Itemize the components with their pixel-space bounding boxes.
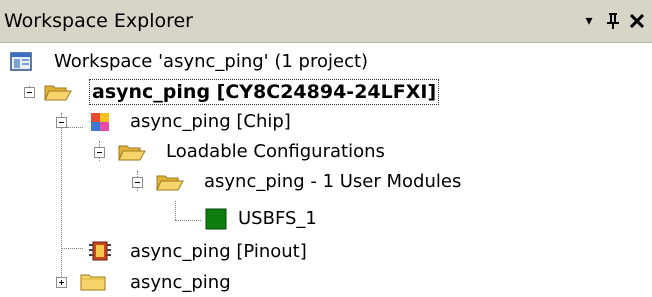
collapse-toggle[interactable] (24, 87, 35, 98)
tree-item-project[interactable]: async_ping [CY8C24894-24LFXI] (0, 77, 652, 107)
folder-open-icon (156, 171, 184, 193)
tree-item-label: async_ping [Pinout] (130, 241, 307, 262)
tree-item-label: USBFS_1 (238, 208, 317, 229)
tree-item-chip[interactable]: async_ping [Chip] (0, 107, 652, 137)
workspace-icon (10, 51, 34, 73)
tree-item-loadable-configurations[interactable]: Loadable Configurations (0, 137, 652, 167)
collapse-toggle[interactable] (132, 177, 143, 188)
expand-toggle[interactable] (56, 277, 67, 288)
auto-hide-pin-icon[interactable] (602, 6, 624, 36)
window-position-dropdown-icon[interactable]: ▾ (578, 6, 600, 36)
tree-item-async-ping-folder[interactable]: async_ping (0, 268, 652, 297)
panel-titlebar: Workspace Explorer ▾ (0, 0, 652, 43)
user-module-icon (205, 208, 229, 230)
tree-item-label: async_ping [Chip] (130, 111, 291, 132)
folder-open-icon (118, 141, 146, 163)
collapse-toggle[interactable] (56, 117, 67, 128)
workspace-tree: Workspace 'async_ping' (1 project) async… (0, 43, 652, 297)
tree-item-label: Workspace 'async_ping' (1 project) (54, 51, 369, 72)
tree-item-pinout[interactable]: async_ping [Pinout] (0, 237, 652, 267)
close-icon[interactable] (626, 6, 648, 36)
tree-item-label: async_ping - 1 User Modules (204, 171, 462, 192)
collapse-toggle[interactable] (94, 147, 105, 158)
folder-closed-icon (80, 271, 106, 293)
tree-item-label: async_ping (130, 272, 231, 293)
chip-icon (89, 111, 113, 133)
tree-item-label: Loadable Configurations (166, 141, 385, 162)
tree-item-user-modules[interactable]: async_ping - 1 User Modules (0, 167, 652, 197)
folder-open-icon (44, 81, 72, 103)
workspace-explorer-panel: Workspace Explorer ▾ Workspace 'async_pi… (0, 0, 652, 297)
pinout-icon (88, 239, 112, 261)
tree-item-label: async_ping [CY8C24894-24LFXI] (88, 79, 440, 105)
tree-item-usbfs-1[interactable]: USBFS_1 (0, 207, 652, 237)
panel-title: Workspace Explorer (4, 10, 193, 32)
tree-item-workspace[interactable]: Workspace 'async_ping' (1 project) (0, 47, 652, 77)
